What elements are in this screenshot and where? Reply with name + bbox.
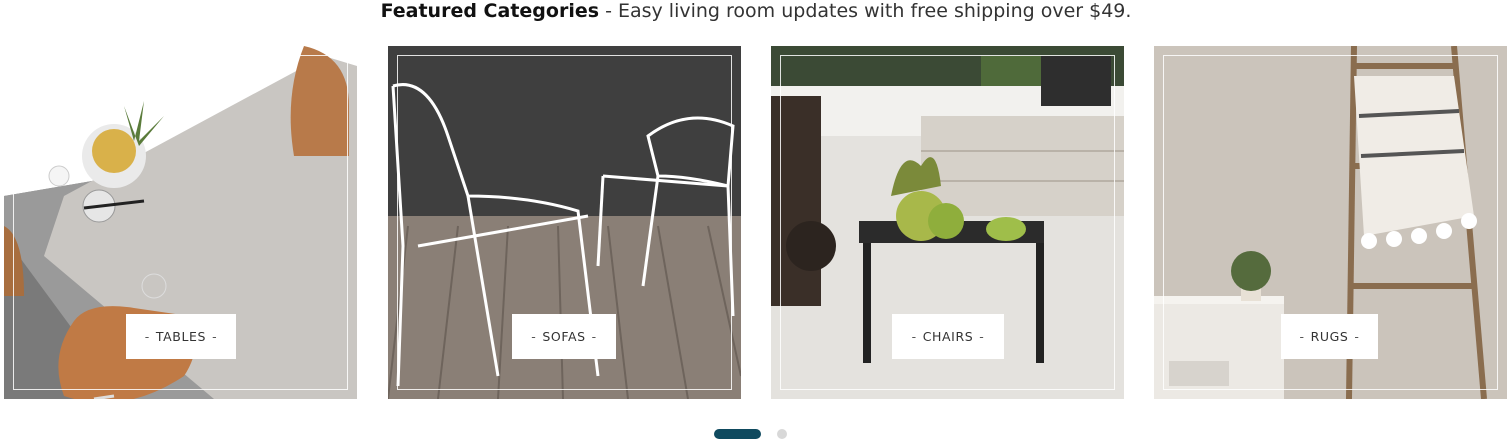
carousel-dot-active[interactable] xyxy=(714,429,761,439)
category-card-sofas[interactable]: - SOFAS - xyxy=(388,46,741,399)
carousel-pagination xyxy=(0,428,1512,440)
category-label-text: RUGS xyxy=(1310,329,1349,344)
category-card-chairs[interactable]: - CHAIRS - xyxy=(771,46,1124,399)
category-card-tables[interactable]: - TABLES - xyxy=(4,46,357,399)
heading-title: Featured Categories xyxy=(380,0,600,22)
section-heading: Featured Categories - Easy living room u… xyxy=(0,0,1512,22)
carousel-dot[interactable] xyxy=(777,429,787,439)
category-label-tables[interactable]: - TABLES - xyxy=(126,314,236,359)
category-label-text: CHAIRS xyxy=(922,329,974,344)
category-label-text: SOFAS xyxy=(542,329,586,344)
category-label-text: TABLES xyxy=(155,329,207,344)
heading-subtitle: - Easy living room updates with free shi… xyxy=(599,0,1132,22)
category-card-rugs[interactable]: - RUGS - xyxy=(1154,46,1507,399)
category-label-chairs[interactable]: - CHAIRS - xyxy=(892,314,1004,359)
category-label-rugs[interactable]: - RUGS - xyxy=(1281,314,1378,359)
category-label-sofas[interactable]: - SOFAS - xyxy=(512,314,616,359)
